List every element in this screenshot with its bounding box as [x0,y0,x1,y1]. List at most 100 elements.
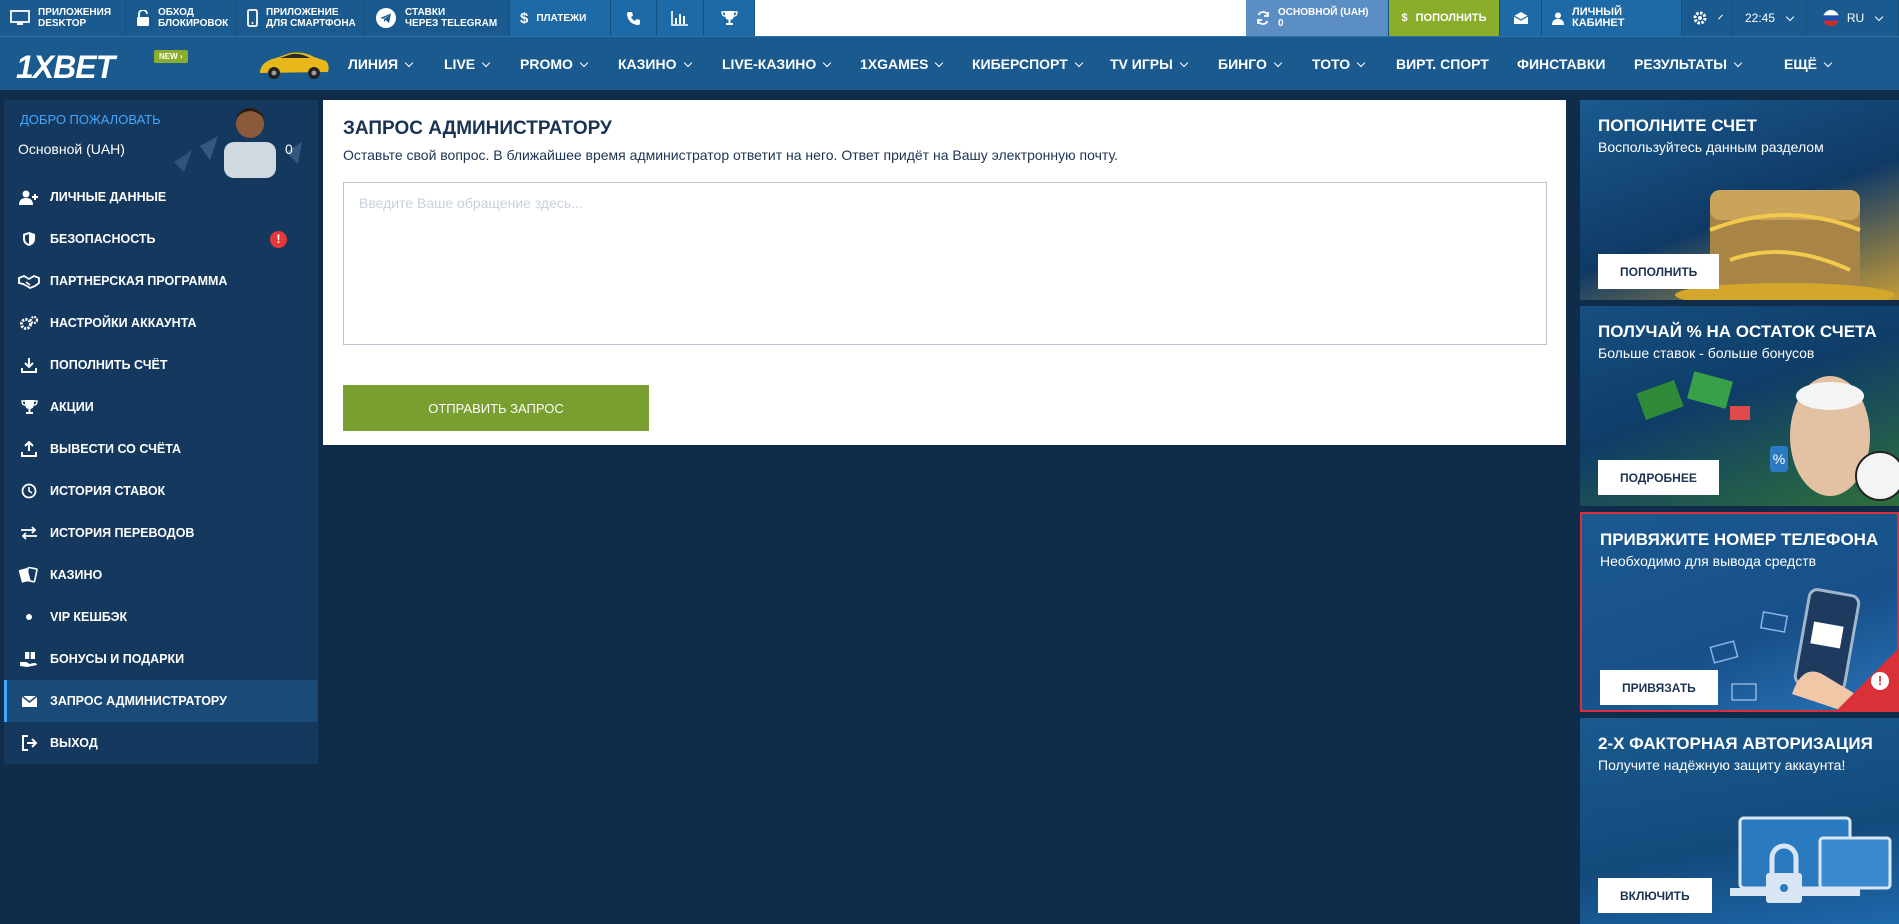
smartphone-app-link[interactable]: ПРИЛОЖЕНИЕ ДЛЯ СМАРТФОНА [237,0,365,36]
sidebar-item-label: ПАРТНЕРСКАЯ ПРОГРАММА [50,274,228,288]
new-badge: NEW › [154,50,188,63]
security-alert-icon: ! [270,231,287,248]
interest-banner[interactable]: % ПОЛУЧАЙ % НА ОСТАТОК СЧЕТА Больше став… [1580,306,1899,506]
two-factor-banner[interactable]: 2-Х ФАКТОРНАЯ АВТОРИЗАЦИЯ Получите надёж… [1580,718,1899,924]
balance-widget[interactable]: ОСНОВНОЙ (UAH) 0 [1246,0,1389,36]
nav-finbets-label: ФИНСТАВКИ [1517,56,1606,72]
unlock-icon [137,9,149,26]
sidebar-item-deposit[interactable]: ПОПОЛНИТЬ СЧЁТ [4,344,318,386]
sidebar-item-label: АКЦИИ [50,400,94,414]
sidebar-item-transfer-history[interactable]: ИСТОРИЯ ПЕРЕВОДОВ [4,512,318,554]
nav-finbets[interactable]: ФИНСТАВКИ [1517,37,1605,91]
main-nav: 1XBET NEW › ЛИНИЯ LIVE PROMO КАЗИНО LIVE… [0,36,1899,90]
banner-title: ПОЛУЧАЙ % НА ОСТАТОК СЧЕТА [1598,322,1877,341]
sidebar-item-bet-history[interactable]: ИСТОРИЯ СТАВОК [4,470,318,512]
nav-toto[interactable]: ТОТО [1312,37,1366,91]
alert-icon: ! [1871,672,1889,690]
car-promo-icon[interactable] [256,47,332,81]
sidebar-item-label: ПОПОЛНИТЬ СЧЁТ [50,358,168,372]
chart-icon [671,11,688,26]
banner-enable-button[interactable]: ВКЛЮЧИТЬ [1598,878,1712,913]
balance-label: ОСНОВНОЙ (UAH) [1278,7,1369,18]
request-textarea[interactable] [343,182,1547,345]
nav-promo[interactable]: PROMO [520,37,589,91]
banner-bind-button[interactable]: ПРИВЯЗАТЬ [1600,670,1718,705]
page-description: Оставьте свой вопрос. В ближайшее время … [343,147,1118,163]
statistics-button[interactable] [657,0,704,36]
nav-tv-games[interactable]: TV ИГРЫ [1110,37,1189,91]
chevron-down-icon [935,58,944,67]
tournaments-button[interactable] [704,0,755,36]
nav-virtual-sport-label: ВИРТ. СПОРТ [1396,56,1489,72]
nav-casino[interactable]: КАЗИНО [618,37,692,91]
sidebar-item-account-settings[interactable]: НАСТРОЙКИ АККАУНТА [4,302,318,344]
sidebar-item-admin-request[interactable]: ЗАПРОС АДМИНИСТРАТОРУ [4,680,318,722]
banner-details-button[interactable]: ПОДРОБНЕЕ [1598,460,1719,495]
nav-tv-games-label: TV ИГРЫ [1110,56,1173,72]
bypass-block-link[interactable]: ОБХОД БЛОКИРОВОК [126,0,237,36]
nav-more[interactable]: ЕЩЁ [1784,37,1833,91]
logout-icon [21,735,37,751]
telegram-label: СТАВКИ ЧЕРЕЗ TELEGRAM [405,7,498,29]
sidebar-item-label: ИСТОРИЯ СТАВОК [50,484,166,498]
chevron-down-icon [1718,14,1723,19]
sidebar-item-logout[interactable]: ВЫХОД [4,722,318,764]
desktop-apps-label: ПРИЛОЖЕНИЯ DESKTOP [38,7,112,29]
chevron-down-icon [1074,58,1084,67]
phone-button[interactable] [611,0,657,36]
language-dropdown[interactable]: RU [1807,0,1899,36]
nav-bingo[interactable]: БИНГО [1218,37,1283,91]
site-logo[interactable]: 1XBET [16,49,115,86]
sidebar-item-label: ВЫВЕСТИ СО СЧЁТА [50,442,182,456]
messages-button[interactable] [1500,0,1542,36]
nav-results[interactable]: РЕЗУЛЬТАТЫ [1634,37,1743,91]
banner-subtitle: Получите надёжную защиту аккаунта! [1598,757,1846,773]
payments-link[interactable]: $ ПЛАТЕЖИ [510,0,611,36]
chevron-down-icon [1874,12,1884,21]
chevron-down-icon [404,58,414,67]
chevron-down-icon [823,58,832,67]
dollar-icon: $ [1401,11,1408,24]
sidebar-item-partner-program[interactable]: ПАРТНЕРСКАЯ ПРОГРАММА [4,260,318,302]
nav-virtual-sport[interactable]: ВИРТ. СПОРТ [1396,37,1489,91]
settings-dropdown[interactable] [1682,0,1732,36]
deposit-button[interactable]: $ ПОПОЛНИТЬ [1389,0,1500,36]
nav-esports[interactable]: КИБЕРСПОРТ [972,37,1084,91]
trophy-icon [20,400,38,414]
admin-request-panel: ЗАПРОС АДМИНИСТРАТОРУ Оставьте свой вопр… [323,100,1566,445]
deposit-banner[interactable]: ПОПОЛНИТЕ СЧЕТ Воспользуйтесь данным раз… [1580,100,1899,300]
telegram-link[interactable]: СТАВКИ ЧЕРЕЗ TELEGRAM [365,0,510,36]
account-name: Основной (UAH) [18,141,125,157]
nav-line[interactable]: ЛИНИЯ [348,37,414,91]
nav-casino-label: КАЗИНО [618,56,677,72]
chevron-down-icon [481,58,491,67]
sidebar-item-withdraw[interactable]: ВЫВЕСТИ СО СЧЁТА [4,428,318,470]
nav-live-casino[interactable]: LIVE-КАЗИНО [722,37,832,91]
nav-live[interactable]: LIVE [444,37,491,91]
deposit-label: ПОПОЛНИТЬ [1415,11,1487,24]
time-dropdown[interactable]: 22:45 [1732,0,1807,36]
nav-line-label: ЛИНИЯ [348,56,399,72]
banner-deposit-button[interactable]: ПОПОЛНИТЬ [1598,254,1720,289]
banner-subtitle: Необходимо для вывода средств [1600,553,1817,569]
nav-toto-label: ТОТО [1312,56,1351,72]
sidebar-item-casino[interactable]: КАЗИНО [4,554,318,596]
sidebar-item-bonuses[interactable]: БОНУСЫ И ПОДАРКИ [4,638,318,680]
desktop-apps-link[interactable]: ПРИЛОЖЕНИЯ DESKTOP [0,0,126,36]
nav-1xgames[interactable]: 1XGAMES [860,37,944,91]
sidebar-item-security[interactable]: БЕЗОПАСНОСТЬ ! [4,218,318,260]
sidebar-item-promotions[interactable]: АКЦИИ [4,386,318,428]
time-display: 22:45 [1744,10,1776,25]
sidebar-item-personal-data[interactable]: ЛИЧНЫЕ ДАННЫЕ [4,176,318,218]
download-icon [21,358,37,373]
personal-cabinet-button[interactable]: ЛИЧНЫЙ КАБИНЕТ [1542,0,1682,36]
chevron-down-icon [683,58,692,67]
bind-phone-banner[interactable]: ПРИВЯЖИТЕ НОМЕР ТЕЛЕФОНА Необходимо для … [1580,512,1899,712]
balance-value: 0 [1278,18,1284,29]
send-request-button[interactable]: ОТПРАВИТЬ ЗАПРОС [343,385,649,431]
top-bar: ПРИЛОЖЕНИЯ DESKTOP ОБХОД БЛОКИРОВОК ПРИЛ… [0,0,1899,36]
sidebar-item-vip-cashback[interactable]: VIP КЕШБЭК [4,596,318,638]
sidebar-item-label: VIP КЕШБЭК [50,610,128,624]
desktop-icon [10,10,30,25]
envelope-icon [1513,12,1528,24]
